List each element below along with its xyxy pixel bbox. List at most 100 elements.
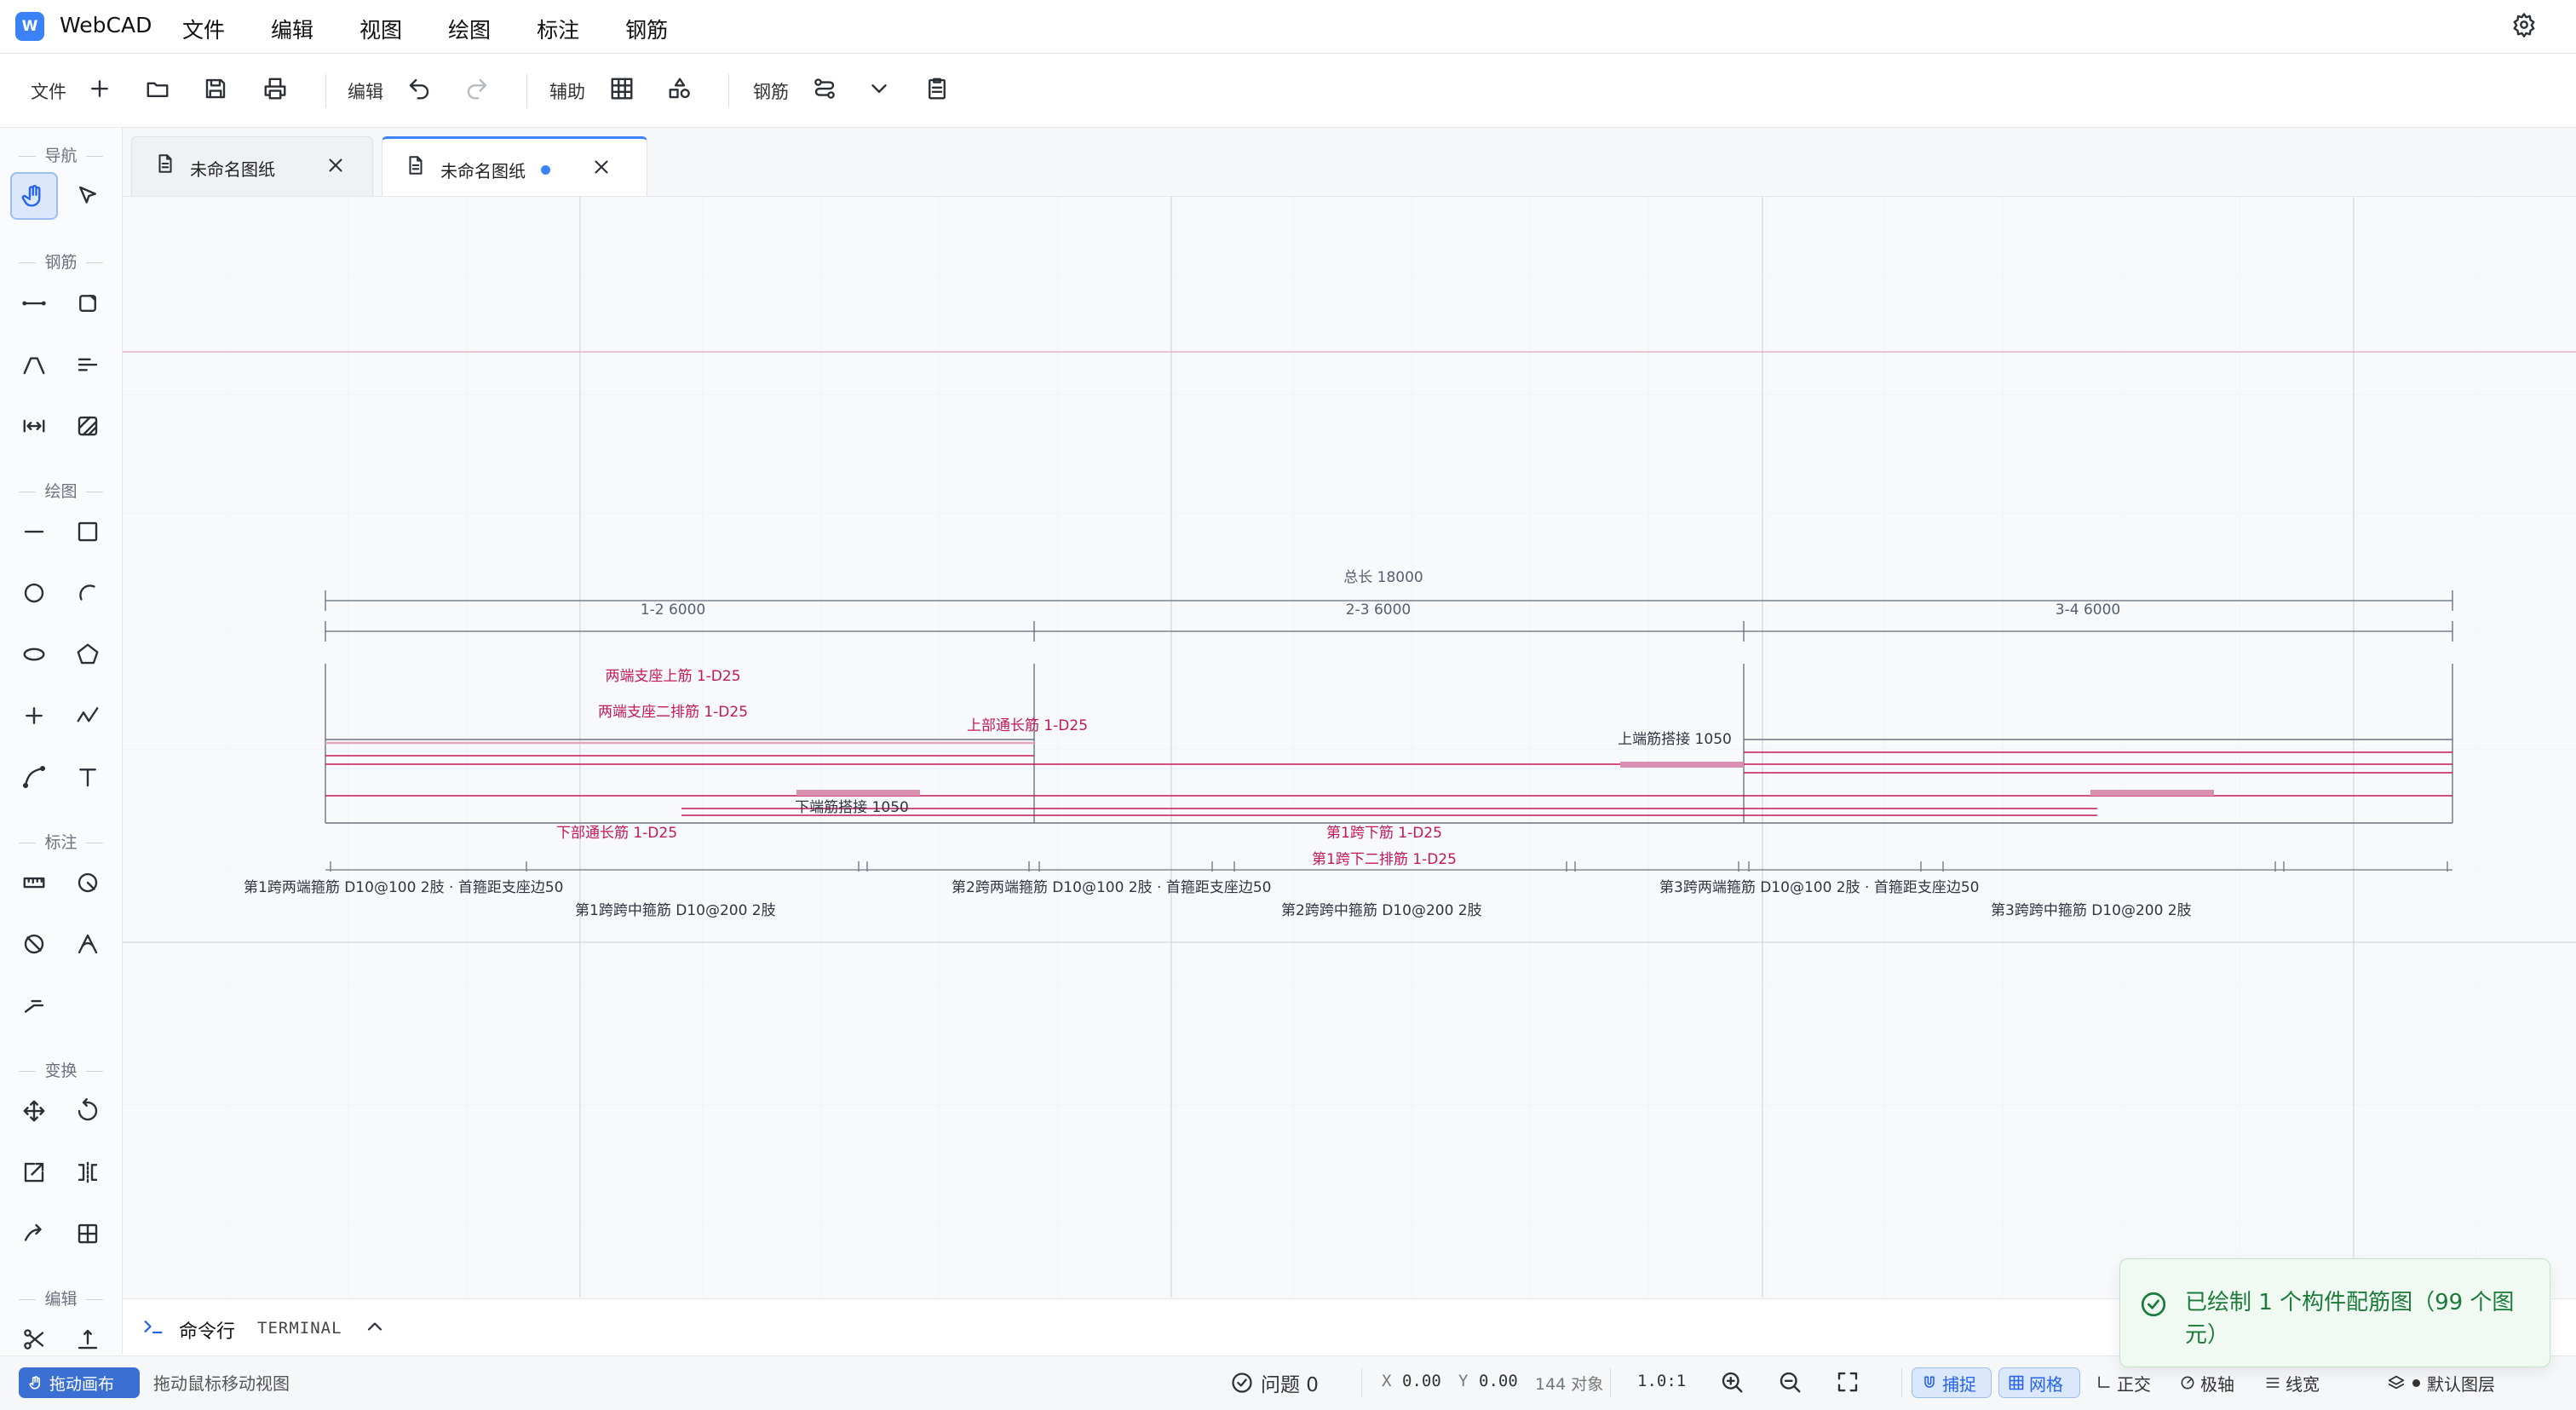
rotate-tool-icon[interactable]: [64, 1087, 112, 1135]
tab-drawing-2[interactable]: 未命名图纸: [382, 136, 647, 196]
tab-drawing-1[interactable]: 未命名图纸: [131, 136, 373, 196]
terminal-label: 命令行: [179, 1321, 236, 1343]
toolbar-rebar-label: 钢筋: [753, 82, 789, 102]
status-divider: [1361, 1368, 1362, 1397]
line-tool-icon[interactable]: [10, 508, 58, 555]
grid-table-icon[interactable]: [609, 76, 635, 105]
toolbar-aux-label: 辅助: [549, 82, 585, 102]
offset-tool-icon[interactable]: [10, 1210, 58, 1257]
layers-icon: [2388, 1375, 2405, 1390]
label-bottom-lap: 下端筋搭接 1050: [795, 799, 909, 816]
magnet-icon: [1924, 1376, 1935, 1388]
diameter-dimension-icon[interactable]: [10, 920, 58, 968]
pan-hand-tool-icon[interactable]: [10, 172, 58, 220]
ortho-toggle[interactable]: 正交: [2087, 1367, 2164, 1398]
rebar-route-icon[interactable]: [812, 76, 837, 105]
shapes-icon[interactable]: [667, 76, 693, 105]
move-tool-icon[interactable]: [10, 1087, 58, 1135]
save-icon[interactable]: [203, 76, 228, 105]
polygon-tool-icon[interactable]: [64, 630, 112, 678]
label-span1-bottom-2: 第1跨下二排筋 1-D25: [1312, 851, 1457, 868]
redo-icon[interactable]: [464, 76, 490, 105]
grid-icon: [2009, 1375, 2024, 1390]
polyline-tool-icon[interactable]: [64, 692, 112, 740]
issues-count: 问题 0: [1261, 1374, 1319, 1396]
app-title: WebCAD: [60, 13, 152, 37]
circle-tool-icon[interactable]: [10, 569, 58, 617]
mirror-tool-icon[interactable]: [64, 1148, 112, 1196]
issues-indicator[interactable]: 问题 0: [1230, 1368, 1319, 1397]
text-tool-icon[interactable]: [64, 753, 112, 801]
toolbar-divider: [325, 74, 326, 108]
coord-x-label: X: [1382, 1372, 1392, 1390]
toolbar-file-label: 文件: [31, 82, 66, 102]
open-folder-icon[interactable]: [145, 76, 170, 105]
bent-rebar-tool-icon[interactable]: [10, 341, 58, 388]
menu-edit[interactable]: 编辑: [269, 10, 315, 48]
scale-tool-icon[interactable]: [10, 1148, 58, 1196]
tab-bar: 未命名图纸 未命名图纸: [123, 128, 2576, 197]
angle-dimension-icon[interactable]: [64, 920, 112, 968]
section-navigate: 导航: [0, 143, 122, 166]
snap-toggle[interactable]: 捕捉: [1912, 1367, 1992, 1398]
unsaved-dot-icon: [541, 165, 550, 175]
zoom-in-icon[interactable]: [1719, 1369, 1745, 1399]
pan-mode-label: 拖动画布: [49, 1374, 115, 1394]
section-rebar: 钢筋: [0, 250, 122, 273]
radius-dimension-icon[interactable]: [64, 859, 112, 906]
spline-tool-icon[interactable]: [10, 753, 58, 801]
menu-list: 文件 编辑 视图 绘图 标注 钢筋: [181, 10, 712, 48]
menu-rebar[interactable]: 钢筋: [624, 10, 670, 48]
tab-label: 未命名图纸: [440, 161, 526, 181]
success-toast: 已绘制 1 个构件配筋图（99 个图元）: [2119, 1258, 2550, 1367]
clipboard-icon[interactable]: [924, 76, 950, 105]
label-bottom-through: 下部通长筋 1-D25: [556, 825, 677, 842]
linear-dimension-icon[interactable]: [10, 859, 58, 906]
select-pointer-icon[interactable]: [64, 172, 112, 220]
fit-view-icon[interactable]: [1835, 1369, 1860, 1399]
rectangle-tool-icon[interactable]: [64, 508, 112, 555]
section-annotate: 标注: [0, 830, 122, 853]
polar-icon: [2181, 1376, 2194, 1390]
hatch-tool-icon[interactable]: [64, 402, 112, 450]
tab-close-icon[interactable]: [590, 156, 612, 181]
grid-label: 网格: [2029, 1373, 2063, 1395]
status-divider: [1610, 1368, 1611, 1397]
layer-selector[interactable]: 默认图层: [2378, 1367, 2549, 1398]
section-draw: 绘图: [0, 479, 122, 502]
pan-mode-button[interactable]: 拖动画布: [19, 1367, 140, 1398]
lineweight-toggle[interactable]: 线宽: [2256, 1367, 2332, 1398]
status-divider: [1901, 1368, 1902, 1397]
menu-file[interactable]: 文件: [181, 10, 227, 48]
rebar-line-tool-icon[interactable]: [10, 279, 58, 327]
grid-toggle[interactable]: 网格: [1998, 1367, 2080, 1398]
lineweight-icon: [2266, 1378, 2280, 1388]
ellipse-tool-icon[interactable]: [10, 630, 58, 678]
array-tool-icon[interactable]: [64, 1210, 112, 1257]
label-top-support: 两端支座上筋 1-D25: [605, 668, 740, 685]
label-span1-bottom: 第1跨下筋 1-D25: [1326, 825, 1442, 842]
polar-toggle[interactable]: 极轴: [2171, 1367, 2247, 1398]
tab-close-icon[interactable]: [325, 154, 347, 180]
status-hint: 拖动鼠标移动视图: [153, 1373, 290, 1394]
menu-annotate[interactable]: 标注: [535, 10, 581, 48]
menu-draw[interactable]: 绘图: [446, 10, 492, 48]
rebar-list-tool-icon[interactable]: [64, 341, 112, 388]
stirrup-span2-end: 第2跨两端箍筋 D10@100 2肢 · 首箍距支座边50: [952, 879, 1271, 896]
terminal-expand-chevron-up-icon[interactable]: [363, 1315, 387, 1342]
leader-tool-icon[interactable]: [10, 981, 58, 1029]
rebar-span-tool-icon[interactable]: [10, 402, 58, 450]
print-icon[interactable]: [262, 76, 288, 105]
settings-gear-icon[interactable]: [2511, 12, 2537, 41]
stirrup-tool-icon[interactable]: [64, 279, 112, 327]
tab-label: 未命名图纸: [190, 159, 275, 180]
arc-tool-icon[interactable]: [64, 569, 112, 617]
menu-view[interactable]: 视图: [358, 10, 404, 48]
undo-icon[interactable]: [406, 76, 432, 105]
stirrup-span1-end: 第1跨两端箍筋 D10@100 2肢 · 首箍距支座边50: [244, 879, 563, 896]
rebar-chevron-down-icon[interactable]: [866, 76, 892, 105]
new-file-plus-icon[interactable]: [87, 76, 112, 105]
drawing-canvas[interactable]: 总长 18000 1-2 6000 2-3 6000 3-4 6000 两端支座…: [123, 197, 2576, 1298]
point-tool-icon[interactable]: [10, 692, 58, 740]
zoom-out-icon[interactable]: [1777, 1369, 1803, 1399]
